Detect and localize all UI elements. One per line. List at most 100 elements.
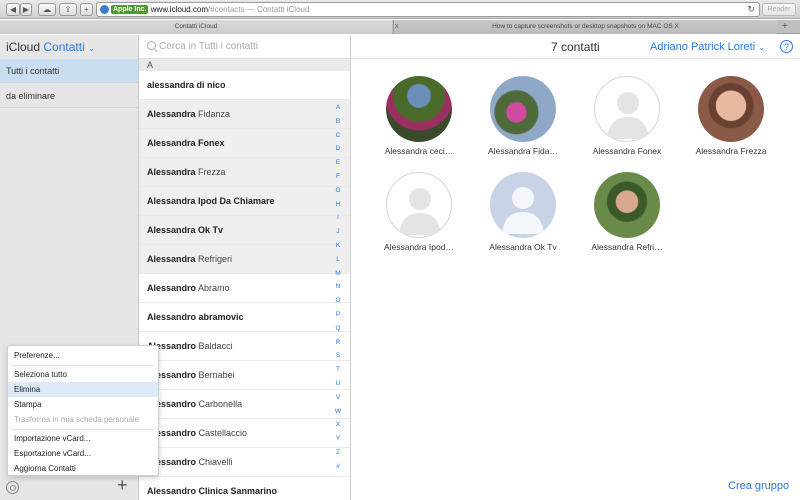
contact-card[interactable]: Alessandra Fonex <box>577 76 677 156</box>
alpha-index-letter[interactable]: G <box>332 187 344 194</box>
list-item[interactable]: Alessandra Refrigeri <box>139 245 350 274</box>
menu-item-export-vcard[interactable]: Esportazione vCard... <box>8 446 158 461</box>
contact-first-name: Alessandra Ok Tv <box>147 225 224 235</box>
alpha-index-letter[interactable]: W <box>332 408 344 415</box>
alpha-index-letter[interactable]: Q <box>332 325 344 332</box>
list-item[interactable]: alessandra di nico <box>139 71 350 100</box>
app-switcher[interactable]: Contatti <box>43 40 84 54</box>
alpha-index-letter[interactable]: S <box>332 352 344 359</box>
alpha-index-letter[interactable]: T <box>332 366 344 373</box>
list-item[interactable]: Alessandro Clinica Sanmarino <box>139 477 350 500</box>
alpha-index-letter[interactable]: M <box>332 270 344 277</box>
alpha-index-letter[interactable]: # <box>332 463 344 470</box>
alpha-index-letter[interactable]: X <box>332 421 344 428</box>
icloud-tabs-icon[interactable]: ☁ <box>38 3 56 16</box>
contact-card[interactable]: Alessandra Fida… <box>473 76 573 156</box>
alpha-index-letter[interactable]: V <box>332 394 344 401</box>
address-bar[interactable]: Apple Inc. www.icloud.com/#contacts — Co… <box>96 2 760 17</box>
tab-icloud-contacts[interactable]: Contatti iCloud <box>0 20 392 34</box>
contact-card-name: Alessandra Fida… <box>488 146 558 156</box>
menu-item-print[interactable]: Stampa <box>8 397 158 412</box>
contact-first-name: Alessandro Clinica Sanmarino <box>147 486 278 496</box>
menu-item-delete[interactable]: Elimina <box>8 382 158 397</box>
gear-icon[interactable] <box>6 481 19 494</box>
contact-card[interactable]: Alessandra Refri… <box>577 172 677 252</box>
list-item[interactable]: Alessandro Chiavelli <box>139 448 350 477</box>
contact-card-name: Alessandra Frezza <box>695 146 767 156</box>
list-item[interactable]: Alessandra Ipod Da Chiamare <box>139 187 350 216</box>
browser-toolbar: ◀ ▶ ☁ ⇪ + Apple Inc. www.icloud.com/#con… <box>0 0 800 19</box>
sidebar-item-da-eliminare[interactable]: da eliminare <box>0 84 138 108</box>
alpha-index-letter[interactable]: P <box>332 311 344 318</box>
user-menu[interactable]: Adriano Patrick Loreti ⌄ <box>650 35 765 60</box>
search-icon <box>147 41 156 50</box>
alpha-index-letter[interactable]: Y <box>332 435 344 442</box>
new-tab-button[interactable]: + <box>782 20 788 34</box>
tab-screenshot-article[interactable]: How to capture screenshots or desktop sn… <box>393 20 777 34</box>
contact-card[interactable]: Alessandra ceci… <box>369 76 469 156</box>
alpha-index-letter[interactable]: D <box>332 145 344 152</box>
create-group-button[interactable]: Crea gruppo <box>728 480 789 492</box>
menu-divider <box>12 365 154 366</box>
menu-item-refresh-contacts[interactable]: Aggiorna Contatti <box>8 461 158 476</box>
list-item[interactable]: Alessandro Abramo <box>139 274 350 303</box>
add-contact-button[interactable]: + <box>117 475 128 495</box>
main-panel: 7 contatti Adriano Patrick Loreti ⌄ ? Al… <box>351 35 800 500</box>
sidebar-item-all-contacts[interactable]: Tutti i contatti <box>0 59 138 83</box>
alpha-index-letter[interactable]: F <box>332 173 344 180</box>
alpha-index-letter[interactable]: U <box>332 380 344 387</box>
reload-icon[interactable]: ↻ <box>747 3 755 16</box>
forward-button[interactable]: ▶ <box>20 3 32 16</box>
list-item[interactable]: Alessandro Baldacci <box>139 332 350 361</box>
contact-last-name: Castellaccio <box>198 428 248 438</box>
alpha-index-letter[interactable]: H <box>332 201 344 208</box>
list-item[interactable]: Alessandro Bernabei <box>139 361 350 390</box>
reader-button[interactable]: Reader <box>762 3 796 16</box>
contact-card[interactable]: Alessandra Frezza <box>681 76 781 156</box>
alpha-index-letter[interactable]: E <box>332 159 344 166</box>
alpha-index-letter[interactable]: L <box>332 256 344 263</box>
add-bookmark-button[interactable]: + <box>80 3 93 16</box>
share-icon[interactable]: ⇪ <box>59 3 77 16</box>
contact-card-name: Alessandra Refri… <box>591 242 663 252</box>
alpha-index-letter[interactable]: J <box>332 228 344 235</box>
contact-card-name: Alessandra Fonex <box>592 146 662 156</box>
alpha-index-letter[interactable]: Z <box>332 449 344 456</box>
list-item[interactable]: Alessandra Ok Tv <box>139 216 350 245</box>
contact-first-name: Alessandro abramovic <box>147 312 244 322</box>
menu-item-preferences[interactable]: Preferenze... <box>8 348 158 363</box>
list-item[interactable]: Alessandra Fonex <box>139 129 350 158</box>
contact-card[interactable]: Alessandra Ipod… <box>369 172 469 252</box>
list-item[interactable]: Alessandro Carbonella <box>139 390 350 419</box>
contact-last-name: Frezza <box>198 167 226 177</box>
contact-first-name: Alessandra <box>147 109 196 119</box>
search-input[interactable]: Cerca in Tutti i contatti <box>139 35 350 59</box>
tab-close-icon[interactable]: x <box>395 23 399 30</box>
alpha-index-letter[interactable]: I <box>332 214 344 221</box>
list-item[interactable]: Alessandra Frezza <box>139 158 350 187</box>
back-button[interactable]: ◀ <box>6 3 20 16</box>
menu-item-import-vcard[interactable]: Importazione vCard... <box>8 431 158 446</box>
contact-last-name: Fidanza <box>198 109 231 119</box>
chevron-down-icon: ⌄ <box>758 43 765 52</box>
alpha-index-letter[interactable]: R <box>332 339 344 346</box>
alpha-index-letter[interactable]: N <box>332 283 344 290</box>
help-icon[interactable]: ? <box>780 40 793 53</box>
contact-count: 7 contatti <box>551 40 600 54</box>
list-item[interactable]: Alessandro Castellaccio <box>139 419 350 448</box>
list-item[interactable]: Alessandra Fidanza <box>139 100 350 129</box>
menu-item-select-all[interactable]: Seleziona tutto <box>8 367 158 382</box>
alpha-index-letter[interactable]: C <box>332 132 344 139</box>
list-item[interactable]: Alessandro abramovic <box>139 303 350 332</box>
avatar-placeholder-icon <box>594 76 660 142</box>
alpha-index-letter[interactable]: O <box>332 297 344 304</box>
alpha-index-letter[interactable]: K <box>332 242 344 249</box>
menu-item-make-my-card: Trasforma in mia scheda personale <box>14 415 140 424</box>
alpha-index-letter[interactable]: B <box>332 118 344 125</box>
alpha-index-letter[interactable]: A <box>332 104 344 111</box>
contact-card-name: Alessandra Ipod… <box>384 242 454 252</box>
contact-list: Cerca in Tutti i contatti A alessandra d… <box>139 35 351 500</box>
contact-first-name: Alessandro <box>147 283 197 293</box>
contact-card[interactable]: Alessandra Ok Tv <box>473 172 573 252</box>
sidebar-header[interactable]: iCloud Contatti ⌄ <box>0 35 138 59</box>
